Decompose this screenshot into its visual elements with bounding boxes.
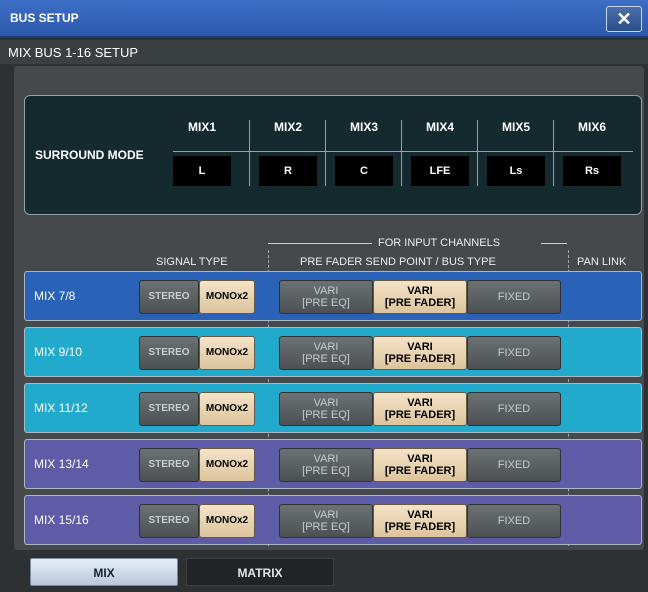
mono-x2-button[interactable]: MONOx2 [199,280,255,314]
vari-pre-eq-button[interactable]: VARI [PRE EQ] [279,336,373,370]
vari-pre-fader-button[interactable]: VARI [PRE FADER] [373,448,467,482]
vari-label: VARI [313,509,339,521]
stereo-button[interactable]: STEREO [139,392,199,426]
pre-eq-label: [PRE EQ] [302,353,350,365]
pre-eq-label: [PRE EQ] [302,521,350,533]
vari-pre-eq-button[interactable]: VARI [PRE EQ] [279,448,373,482]
surround-channel-button[interactable]: C [335,156,393,186]
vari-label: VARI [407,509,433,521]
vari-pre-fader-button[interactable]: VARI [PRE FADER] [373,336,467,370]
tab-bar: MIX MATRIX [0,550,648,592]
row-label: MIX 7/8 [34,289,76,303]
surround-mix-label: MIX1 [187,120,216,134]
surround-mix-label: MIX2 [273,120,302,134]
mono-x2-button[interactable]: MONOx2 [199,392,255,426]
vari-pre-eq-button[interactable]: VARI [PRE EQ] [279,392,373,426]
mono-x2-button[interactable]: MONOx2 [199,336,255,370]
window-title: BUS SETUP [10,11,79,25]
close-button[interactable]: ✕ [606,6,642,32]
fixed-button[interactable]: FIXED [467,448,561,482]
pan-link-header: PAN LINK [577,256,627,268]
vari-label: VARI [407,397,433,409]
stereo-button[interactable]: STEREO [139,448,199,482]
stereo-button[interactable]: STEREO [139,336,199,370]
surround-channel-button[interactable]: Ls [487,156,545,186]
surround-col-divider [477,120,478,186]
close-icon: ✕ [616,9,632,29]
surround-channel-button[interactable]: L [173,156,231,186]
pre-fader-label: [PRE FADER] [384,465,456,477]
surround-mode-label: SURROUND MODE [35,148,144,162]
vari-label: VARI [407,341,433,353]
mix-row-15-16: MIX 15/16 STEREO MONOx2 VARI [PRE EQ] VA… [24,495,642,545]
row-label: MIX 9/10 [34,345,83,359]
mix-row-9-10: MIX 9/10 STEREO MONOx2 VARI [PRE EQ] VAR… [24,327,642,377]
vari-label: VARI [313,285,339,297]
vari-label: VARI [313,397,339,409]
mono-x2-button[interactable]: MONOx2 [199,448,255,482]
bus-setup-window: BUS SETUP ✕ MIX BUS 1-16 SETUP SURROUND … [0,0,648,592]
surround-mix-label: MIX5 [501,120,530,134]
vari-label: VARI [313,453,339,465]
vari-pre-eq-button[interactable]: VARI [PRE EQ] [279,280,373,314]
section-header: MIX BUS 1-16 SETUP [0,40,648,64]
surround-col-divider [553,120,554,186]
surround-channel-button[interactable]: R [259,156,317,186]
surround-col-divider [325,120,326,186]
for-input-channels-header: FOR INPUT CHANNELS [378,237,501,249]
tab-mix[interactable]: MIX [30,558,178,586]
pre-eq-label: [PRE EQ] [302,465,350,477]
vari-pre-fader-button[interactable]: VARI [PRE FADER] [373,280,467,314]
title-bar: BUS SETUP ✕ [0,0,648,38]
surround-mix-label: MIX3 [349,120,378,134]
pre-eq-label: [PRE EQ] [302,409,350,421]
mix-row-7-8: MIX 7/8 STEREO MONOx2 VARI [PRE EQ] VARI… [24,271,642,321]
pre-fader-label: [PRE FADER] [384,297,456,309]
mix-row-13-14: MIX 13/14 STEREO MONOx2 VARI [PRE EQ] VA… [24,439,642,489]
header-rule-left [268,243,372,244]
tab-matrix[interactable]: MATRIX [186,558,334,586]
row-label: MIX 13/14 [34,457,89,471]
pre-fader-label: [PRE FADER] [384,521,456,533]
fixed-button[interactable]: FIXED [467,504,561,538]
signal-type-header: SIGNAL TYPE [156,256,228,268]
pre-fader-label: [PRE FADER] [384,409,456,421]
mix-row-11-12: MIX 11/12 STEREO MONOx2 VARI [PRE EQ] VA… [24,383,642,433]
vari-label: VARI [313,341,339,353]
surround-col-divider [249,120,250,186]
pre-fader-send-point-header: PRE FADER SEND POINT / BUS TYPE [300,256,496,268]
vari-pre-fader-button[interactable]: VARI [PRE FADER] [373,504,467,538]
fixed-button[interactable]: FIXED [467,392,561,426]
pre-eq-label: [PRE EQ] [302,297,350,309]
row-label: MIX 11/12 [34,401,88,415]
mono-x2-button[interactable]: MONOx2 [199,504,255,538]
surround-mix-label: MIX6 [577,120,606,134]
stereo-button[interactable]: STEREO [139,504,199,538]
vari-label: VARI [407,285,433,297]
section-title: MIX BUS 1-16 SETUP [8,45,139,60]
surround-mode-box: SURROUND MODE MIX1 L MIX2 R MIX3 C MIX4 … [24,95,642,215]
pre-fader-label: [PRE FADER] [384,353,456,365]
fixed-button[interactable]: FIXED [467,280,561,314]
surround-channel-button[interactable]: LFE [411,156,469,186]
surround-channel-button[interactable]: Rs [563,156,621,186]
header-rule-right [541,243,567,244]
vari-pre-eq-button[interactable]: VARI [PRE EQ] [279,504,373,538]
surround-mix-label: MIX4 [425,120,454,134]
vari-label: VARI [407,453,433,465]
vari-pre-fader-button[interactable]: VARI [PRE FADER] [373,392,467,426]
stereo-button[interactable]: STEREO [139,280,199,314]
surround-divider [173,151,633,152]
fixed-button[interactable]: FIXED [467,336,561,370]
row-label: MIX 15/16 [34,513,89,527]
surround-col-divider [401,120,402,186]
